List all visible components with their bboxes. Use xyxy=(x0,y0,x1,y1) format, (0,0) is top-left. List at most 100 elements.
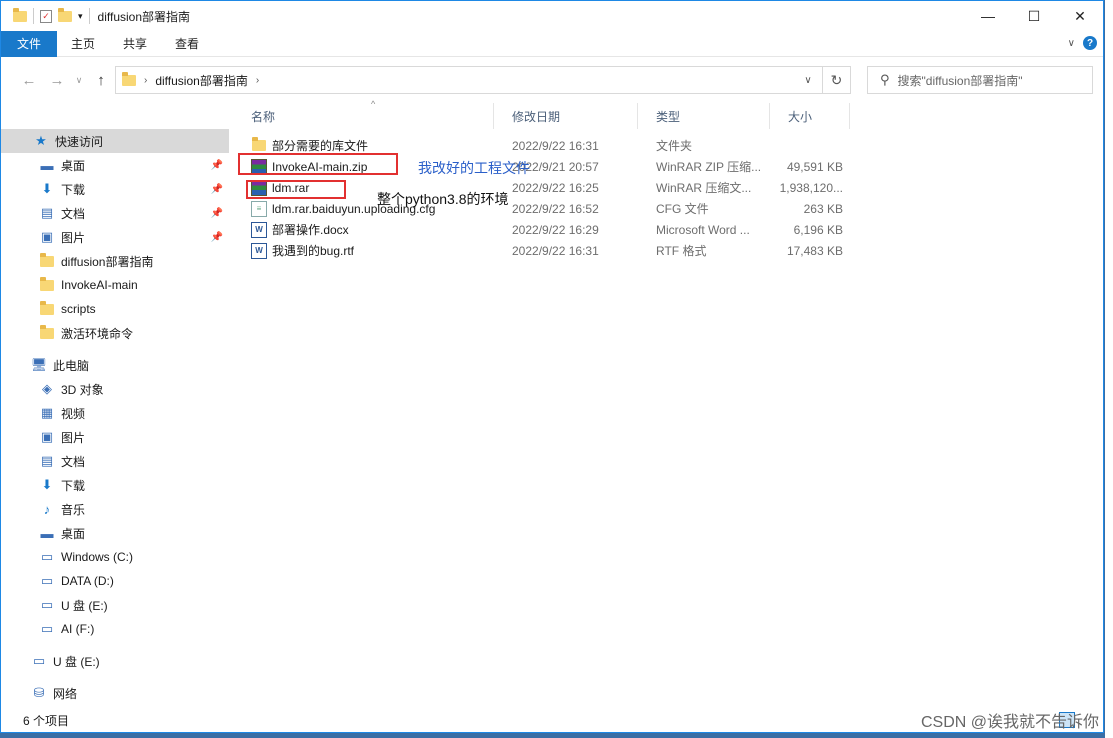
recent-locations-icon[interactable]: ∨ xyxy=(67,68,91,92)
tab-share[interactable]: 共享 xyxy=(109,31,161,57)
file-type-text: 文件夹 xyxy=(656,139,693,153)
navigation-pane: ★ 快速访问 ▬ 桌面 📌 ⬇ 下载 📌 ▤ 文档 📌 ▣ 图片 📌 diffusion部署指南 Invoke… xyxy=(1,113,233,705)
file-modified-text: 2022/9/22 16:31 xyxy=(512,243,599,258)
sidebar-item[interactable]: ⬇ 下载 📌 xyxy=(1,177,229,201)
search-input[interactable]: 搜索"diffusion部署指南" xyxy=(898,72,1023,89)
sidebar-item[interactable]: ⬇ 下载 xyxy=(1,473,229,497)
file-size: 17,483 KB xyxy=(773,240,843,261)
minimize-button[interactable]: — xyxy=(965,1,1011,31)
file-type: 文件夹 xyxy=(656,135,768,156)
folder-icon xyxy=(40,276,54,291)
folder-icon xyxy=(251,137,267,154)
sidebar-item-label: DATA (D:) xyxy=(61,574,114,588)
pin-icon[interactable]: 📌 xyxy=(211,232,223,243)
up-button[interactable]: ↑ xyxy=(89,68,113,92)
sidebar-item[interactable]: ▭ AI (F:) xyxy=(1,617,229,641)
file-size: 263 KB xyxy=(773,198,843,219)
word-document-icon: W xyxy=(251,221,267,238)
back-button[interactable]: ← xyxy=(17,68,41,92)
maximize-button[interactable]: ☐ xyxy=(1011,1,1057,31)
file-type: RTF 格式 xyxy=(656,240,768,261)
folder-icon xyxy=(40,300,54,315)
close-button[interactable]: ✕ xyxy=(1057,1,1103,31)
sidebar-item-label: 桌面 xyxy=(61,158,86,173)
sidebar-item[interactable]: ▭ U 盘 (E:) xyxy=(1,649,229,673)
chevron-right-icon[interactable]: › xyxy=(144,75,147,86)
address-bar[interactable]: › diffusion部署指南 › ∨ ↻ xyxy=(115,66,851,94)
watermark: CSDN @诶我就不告诉你 xyxy=(920,714,1099,731)
pin-icon[interactable]: 📌 xyxy=(211,208,223,219)
breadcrumb[interactable]: diffusion部署指南 xyxy=(155,72,247,89)
file-row[interactable]: ≡ ldm.rar.baiduyun.uploading.cfg 2022/9/22… xyxy=(233,198,853,219)
sidebar-item[interactable]: ▣ 图片 📌 xyxy=(1,225,229,249)
sidebar-icon: ▤ xyxy=(40,205,54,220)
column-type[interactable]: 类型 xyxy=(638,103,770,129)
file-row[interactable]: W 我遇到的bug.rtf 2022/9/22 16:31 RTF 格式 17,483 … xyxy=(233,240,853,261)
folder-icon xyxy=(13,7,27,22)
sidebar-item[interactable]: ▭ U 盘 (E:) xyxy=(1,593,229,617)
sidebar-item[interactable]: ♪ 音乐 xyxy=(1,497,229,521)
sidebar-item-label: 下载 xyxy=(61,478,86,493)
column-name[interactable]: 名称 xyxy=(233,103,494,129)
file-modified-text: 2022/9/22 16:25 xyxy=(512,180,599,195)
sidebar-item[interactable]: ★ 快速访问 xyxy=(1,129,229,153)
sidebar-item[interactable]: ▤ 文档 📌 xyxy=(1,201,229,225)
sidebar-item-label: 下载 xyxy=(61,182,86,197)
sidebar-item-label: 图片 xyxy=(61,430,86,445)
folder-icon xyxy=(252,137,266,151)
customize-toolbar-icon[interactable]: ▾ xyxy=(78,11,83,22)
sidebar-item[interactable]: ⛁ 网络 xyxy=(1,681,229,705)
file-modified: 2022/9/21 20:57 xyxy=(512,156,652,177)
tab-home[interactable]: 主页 xyxy=(57,31,109,57)
annotation-rar-note: 整个python3.8的环境 xyxy=(377,191,509,207)
sidebar-item[interactable]: scripts xyxy=(1,297,229,321)
folder-icon xyxy=(40,252,54,267)
file-modified: 2022/9/22 16:52 xyxy=(512,198,652,219)
file-size-text: 6,196 KB xyxy=(793,222,843,237)
refresh-button[interactable]: ↻ xyxy=(822,67,850,93)
sidebar-item[interactable]: ▤ 文档 xyxy=(1,449,229,473)
chevron-right-icon[interactable]: › xyxy=(256,75,259,86)
sidebar-item-label: scripts xyxy=(61,302,96,316)
sidebar-item[interactable]: ▭ Windows (C:) xyxy=(1,545,229,569)
new-folder-icon[interactable] xyxy=(58,7,72,22)
help-icon[interactable]: ? xyxy=(1083,36,1097,50)
sidebar-item-label: 图片 xyxy=(61,230,86,245)
sidebar-item[interactable]: InvokeAI-main xyxy=(1,273,229,297)
properties-icon[interactable]: ✓ xyxy=(40,9,52,23)
pin-icon[interactable]: 📌 xyxy=(211,160,223,171)
forward-button[interactable]: → xyxy=(45,68,69,92)
sidebar-item[interactable]: 🖥 此电脑 xyxy=(1,353,229,377)
sidebar-icon: ▭ xyxy=(40,597,54,612)
folder-icon xyxy=(39,300,55,317)
file-type: WinRAR ZIP 压缩... xyxy=(656,156,768,177)
column-modified[interactable]: 修改日期 xyxy=(494,103,638,129)
pin-icon[interactable]: 📌 xyxy=(211,184,223,195)
sidebar-item[interactable]: ▦ 视频 xyxy=(1,401,229,425)
file-type-text: WinRAR 压缩文... xyxy=(656,181,752,195)
folder-icon xyxy=(39,276,55,293)
sidebar-item[interactable]: ◈ 3D 对象 xyxy=(1,377,229,401)
column-size[interactable]: 大小 xyxy=(770,103,850,129)
sidebar-item[interactable]: 激活环境命令 xyxy=(1,321,229,345)
tab-file[interactable]: 文件 xyxy=(1,30,57,57)
annotation-box-rar xyxy=(246,180,346,199)
sidebar-item[interactable]: ▭ DATA (D:) xyxy=(1,569,229,593)
rtf-document-icon: W xyxy=(251,242,267,259)
address-dropdown-icon[interactable]: ∨ xyxy=(796,67,820,93)
sidebar-item[interactable]: ▬ 桌面 📌 xyxy=(1,153,229,177)
file-list: ^ 名称 修改日期 类型 大小 部分需要的库文件 2022/9/22 16:31 文… xyxy=(233,99,1105,705)
file-modified-text: 2022/9/22 16:29 xyxy=(512,222,599,237)
file-row[interactable]: W 部署操作.docx 2022/9/22 16:29 Microsoft Word … xyxy=(233,219,853,240)
sidebar-item[interactable]: ▣ 图片 xyxy=(1,425,229,449)
sidebar-item[interactable]: diffusion部署指南 xyxy=(1,249,229,273)
expand-ribbon-icon[interactable]: ∨ xyxy=(1068,38,1075,49)
search-box[interactable]: ⚲ 搜索"diffusion部署指南" xyxy=(867,66,1093,94)
file-type-text: Microsoft Word ... xyxy=(656,222,750,237)
ribbon-right: ∨ ? xyxy=(1068,36,1097,50)
file-name-text: 部分需要的库文件 xyxy=(272,139,369,153)
file-modified-text: 2022/9/22 16:52 xyxy=(512,201,599,216)
sidebar-icon: ▬ xyxy=(40,525,54,541)
tab-view[interactable]: 查看 xyxy=(161,31,213,57)
sidebar-item[interactable]: ▬ 桌面 xyxy=(1,521,229,545)
